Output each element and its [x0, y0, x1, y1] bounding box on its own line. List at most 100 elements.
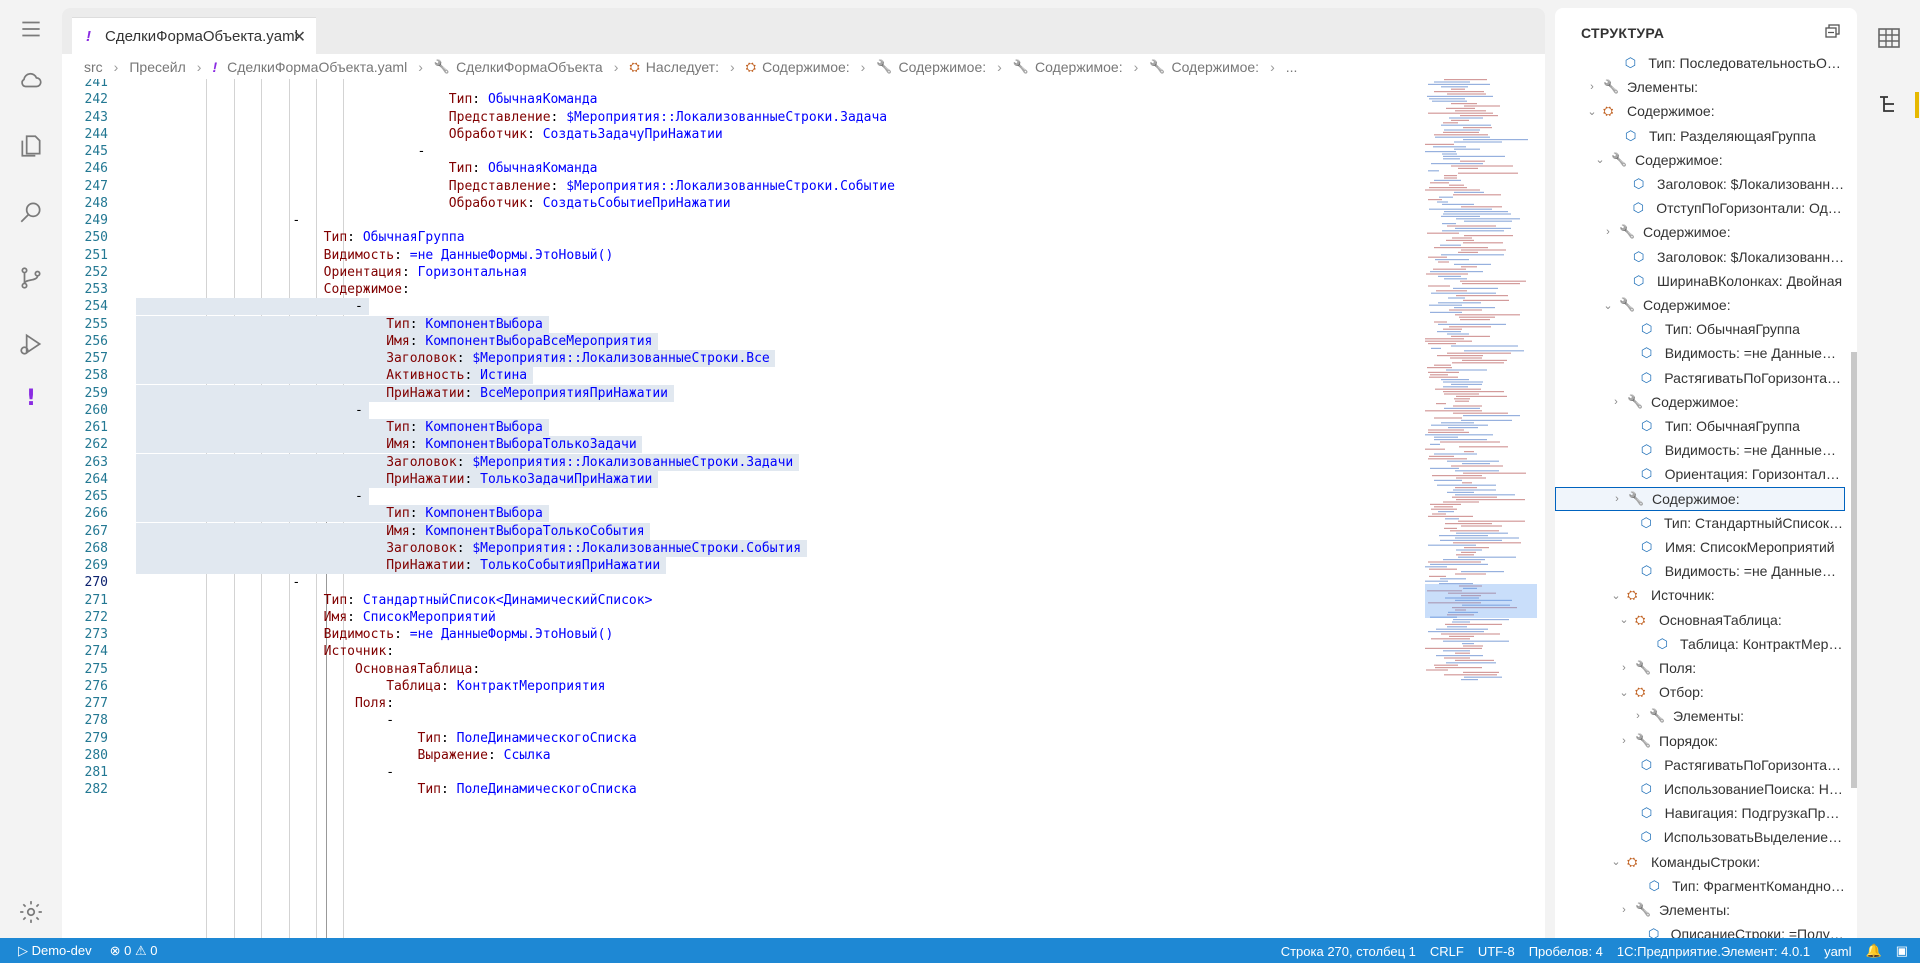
outline-item[interactable]: ⬡ ИспользоватьВыделениеС…: [1555, 825, 1845, 849]
outline-item[interactable]: › 🔧 Содержимое:: [1555, 220, 1845, 244]
outline-item[interactable]: ⬡ Тип: ПоследовательностьОб…: [1555, 51, 1845, 75]
eol-indicator[interactable]: CRLF: [1430, 944, 1464, 959]
secondary-activity-bar: [1857, 0, 1920, 938]
code-editor[interactable]: 241 242 Тип: ОбычнаяКоманда 243 Представлени…: [62, 79, 1422, 938]
outline-item[interactable]: ⬡ Видимость: =не ДанныеФ…: [1555, 438, 1845, 462]
encoding-indicator[interactable]: UTF-8: [1478, 944, 1515, 959]
minimap-line: [1458, 556, 1516, 558]
explorer-icon[interactable]: [15, 130, 47, 162]
outline-item[interactable]: ⬡ ОтступПоГоризонтали: Оди…: [1555, 196, 1845, 220]
menu-icon[interactable]: [15, 13, 47, 45]
outline-item[interactable]: › 🔧 Элементы:: [1555, 704, 1845, 728]
outline-item[interactable]: ⌄ ⛭ Отбор:: [1555, 680, 1845, 704]
outline-item[interactable]: ⬡ Тип: СтандартныйСписок<…: [1555, 511, 1845, 535]
outline-item[interactable]: › 🔧 Элементы:: [1555, 75, 1845, 99]
outline-item[interactable]: ⬡ Заголовок: $Локализованн…: [1555, 245, 1845, 269]
chevron-right-icon[interactable]: ›: [1617, 662, 1631, 674]
outline-item[interactable]: ⬡ Тип: ОбычнаяГруппа: [1555, 414, 1845, 438]
outline-item[interactable]: ⬡ РастягиватьПоГоризонтал…: [1555, 753, 1845, 777]
outline-item[interactable]: ⌄ ⛭ Источник:: [1555, 583, 1845, 607]
tab-close-icon[interactable]: ✕: [293, 27, 306, 47]
outline-item[interactable]: ⌄ 🔧 Содержимое:: [1555, 148, 1845, 172]
outline-item[interactable]: ⌄ ⛭ КомандыСтроки:: [1555, 850, 1845, 874]
breadcrumb-item[interactable]: 🔧 СделкиФормаОбъекта: [434, 59, 603, 75]
problems-indicator[interactable]: ⊗ 0 ⚠ 0: [110, 943, 158, 959]
outline-item[interactable]: ⬡ Тип: ФрагментКомандног…: [1555, 874, 1845, 898]
minimap-line: [1444, 175, 1457, 177]
outline-item[interactable]: ⬡ Навигация: ПодгрузкаПри…: [1555, 801, 1845, 825]
structure-icon[interactable]: [1876, 92, 1902, 118]
chevron-right-icon[interactable]: ›: [1585, 81, 1599, 93]
indent-indicator[interactable]: Пробелов: 4: [1529, 944, 1603, 959]
yaml-value: Истина: [480, 368, 528, 384]
outline-item[interactable]: ⬡ ОписаниеСтроки: =Получи…: [1555, 922, 1845, 938]
chevron-right-icon[interactable]: ›: [1617, 904, 1631, 916]
chevron-right-icon[interactable]: ›: [1631, 710, 1645, 722]
minimap-line: [1456, 395, 1507, 397]
chevron-down-icon[interactable]: ⌄: [1609, 589, 1623, 602]
source-control-icon[interactable]: [15, 262, 47, 294]
cloud-icon[interactable]: [15, 64, 47, 96]
outline-item[interactable]: ⬡ ШиринаВКолонках: Двойная: [1555, 269, 1845, 293]
breadcrumb-item[interactable]: Пресейл: [129, 59, 185, 75]
outline-item[interactable]: ⬡ Таблица: КонтрактМеро…: [1555, 632, 1845, 656]
element-icon[interactable]: !: [15, 382, 47, 414]
tab-active-file[interactable]: ! СделкиФормаОбъекта.yaml ✕: [72, 17, 316, 54]
property-icon: ⬡: [1632, 200, 1645, 216]
chevron-down-icon[interactable]: ⌄: [1601, 299, 1615, 312]
list-dash: -: [292, 213, 301, 228]
collapse-all-icon[interactable]: [1825, 24, 1841, 38]
outline-item[interactable]: ⬡ РастягиватьПоГоризонтал…: [1555, 366, 1845, 390]
cursor-position[interactable]: Строка 270, столбец 1: [1281, 944, 1416, 959]
outline-item[interactable]: ⬡ Имя: СписокМероприятий: [1555, 535, 1845, 559]
outline-item[interactable]: › 🔧 Содержимое:: [1555, 486, 1845, 511]
minimap[interactable]: [1420, 79, 1535, 839]
outline-item[interactable]: ⌄ ⛭ Содержимое:: [1555, 99, 1845, 123]
remote-indicator[interactable]: ▷ Demo-dev: [18, 943, 92, 959]
language-indicator[interactable]: yaml: [1824, 944, 1851, 959]
outline-item[interactable]: › 🔧 Поля:: [1555, 656, 1845, 680]
chevron-right-icon[interactable]: ›: [1601, 226, 1615, 238]
run-debug-icon[interactable]: [15, 328, 47, 360]
outline-item[interactable]: ⬡ Видимость: =не ДанныеФ…: [1555, 341, 1845, 365]
breadcrumb-item[interactable]: ...: [1286, 59, 1298, 75]
outline-item[interactable]: ⬡ Видимость: =не ДанныеФ…: [1555, 559, 1845, 583]
bell-icon[interactable]: 🔔: [1866, 943, 1882, 959]
outline-item[interactable]: ⬡ Тип: ОбычнаяГруппа: [1555, 317, 1845, 341]
chevron-down-icon[interactable]: ⌄: [1617, 613, 1631, 626]
chevron-down-icon[interactable]: ⌄: [1609, 855, 1623, 868]
chevron-right-icon[interactable]: ›: [1610, 493, 1624, 505]
breadcrumb-item[interactable]: ⛭ Содержимое:: [746, 59, 850, 75]
outline-item[interactable]: ⬡ ИспользованиеПоиска: Не…: [1555, 777, 1845, 801]
outline-item[interactable]: ⌄ ⛭ ОсновнаяТаблица:: [1555, 608, 1845, 632]
settings-gear-icon[interactable]: [15, 896, 47, 928]
layout-icon[interactable]: ▣: [1896, 943, 1908, 959]
outline-item[interactable]: ⌄ 🔧 Содержимое:: [1555, 293, 1845, 317]
language-mode[interactable]: 1С:Предприятие.Элемент: 4.0.1: [1617, 944, 1810, 959]
chevron-right-icon[interactable]: ›: [1609, 396, 1623, 408]
code-line[interactable]: 282 Тип: ПолеДинамическогоСписка: [62, 779, 1422, 800]
breadcrumb-item[interactable]: 🔧 Содержимое:: [876, 59, 986, 75]
breadcrumb-item[interactable]: src: [84, 59, 103, 75]
chevron-down-icon[interactable]: ⌄: [1593, 153, 1607, 166]
outline-item[interactable]: ⬡ Заголовок: $Локализованн…: [1555, 172, 1845, 196]
breadcrumb-item[interactable]: 🔧 Содержимое:: [1149, 59, 1259, 75]
chevron-down-icon[interactable]: ⌄: [1617, 686, 1631, 699]
outline-item-label: Тип: ОбычнаяГруппа: [1665, 418, 1800, 434]
outline-item[interactable]: › 🔧 Элементы:: [1555, 898, 1845, 922]
outline-item[interactable]: ⬡ Ориентация: Горизонталь…: [1555, 462, 1845, 486]
outline-item[interactable]: › 🔧 Порядок:: [1555, 729, 1845, 753]
minimap-slider[interactable]: [1425, 584, 1537, 618]
breadcrumb-item[interactable]: ⛭ Наследует:: [629, 59, 719, 75]
colon: :: [441, 678, 457, 694]
yaml-key: Видимость: [323, 247, 395, 263]
search-icon[interactable]: [15, 196, 47, 228]
breadcrumb-item[interactable]: ! СделкиФормаОбъекта.yaml: [212, 59, 407, 75]
outline-item[interactable]: › 🔧 Содержимое:: [1555, 390, 1845, 414]
chevron-right-icon[interactable]: ›: [1617, 735, 1631, 747]
chevron-down-icon[interactable]: ⌄: [1585, 105, 1599, 118]
outline-item[interactable]: ⬡ Тип: РазделяющаяГруппа: [1555, 124, 1845, 148]
minimap-line: [1429, 455, 1454, 457]
table-icon[interactable]: [1876, 25, 1902, 51]
breadcrumb-item[interactable]: 🔧 Содержимое:: [1013, 59, 1123, 75]
